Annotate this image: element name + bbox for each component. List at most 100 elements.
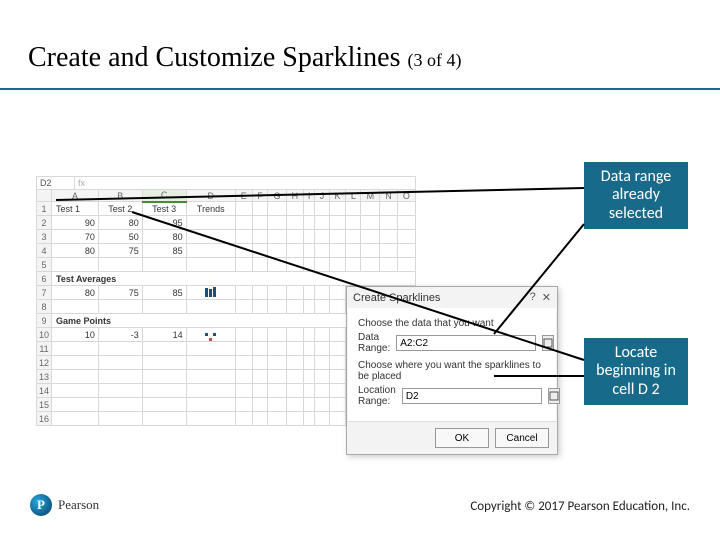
cell[interactable] — [304, 258, 315, 272]
cell[interactable] — [98, 370, 142, 384]
cell[interactable] — [235, 286, 252, 300]
help-icon[interactable]: ? — [530, 291, 536, 304]
column-header[interactable]: L — [346, 190, 361, 202]
cell[interactable] — [286, 286, 303, 300]
cell[interactable] — [286, 342, 303, 356]
cell[interactable] — [329, 300, 346, 314]
cell[interactable] — [252, 342, 268, 356]
row-header[interactable]: 1 — [37, 202, 52, 216]
formula-bar[interactable]: fx — [75, 177, 88, 189]
cell[interactable] — [304, 230, 315, 244]
row-header[interactable]: 7 — [37, 286, 52, 300]
cell[interactable] — [315, 244, 329, 258]
cell[interactable] — [315, 342, 329, 356]
cell[interactable] — [252, 412, 268, 426]
row-header[interactable]: 2 — [37, 216, 52, 230]
cancel-button[interactable]: Cancel — [495, 428, 549, 448]
row-header[interactable]: 5 — [37, 258, 52, 272]
cell[interactable] — [315, 384, 329, 398]
cell[interactable] — [286, 258, 303, 272]
cell[interactable]: 14 — [142, 328, 186, 342]
location-range-input[interactable] — [402, 388, 542, 404]
cell[interactable] — [186, 216, 235, 230]
column-header[interactable]: F — [252, 190, 268, 202]
cell[interactable] — [397, 202, 415, 216]
cell[interactable] — [52, 300, 99, 314]
cell[interactable]: 85 — [142, 244, 186, 258]
cell[interactable] — [397, 244, 415, 258]
ok-button[interactable]: OK — [435, 428, 489, 448]
cell[interactable] — [235, 202, 252, 216]
cell[interactable] — [235, 370, 252, 384]
row-header[interactable]: 12 — [37, 356, 52, 370]
cell[interactable]: -3 — [98, 328, 142, 342]
row-header[interactable]: 3 — [37, 230, 52, 244]
cell[interactable] — [268, 230, 286, 244]
cell[interactable] — [268, 258, 286, 272]
cell[interactable] — [304, 342, 315, 356]
cell[interactable] — [329, 370, 346, 384]
cell[interactable]: Test 2 — [98, 202, 142, 216]
cell[interactable]: 85 — [142, 286, 186, 300]
cell[interactable] — [268, 370, 286, 384]
cell[interactable] — [286, 202, 303, 216]
column-header[interactable]: J — [315, 190, 329, 202]
cell[interactable] — [286, 398, 303, 412]
cell[interactable] — [315, 216, 329, 230]
cell[interactable] — [315, 230, 329, 244]
cell[interactable] — [304, 286, 315, 300]
cell[interactable]: 80 — [98, 216, 142, 230]
cell[interactable] — [286, 384, 303, 398]
cell[interactable]: 80 — [52, 244, 99, 258]
cell[interactable] — [52, 342, 99, 356]
column-header[interactable]: B — [98, 190, 142, 202]
cell[interactable] — [315, 300, 329, 314]
cell[interactable] — [186, 258, 235, 272]
cell[interactable] — [315, 202, 329, 216]
cell[interactable] — [268, 300, 286, 314]
cell[interactable] — [304, 300, 315, 314]
cell[interactable] — [52, 356, 99, 370]
cell[interactable] — [286, 328, 303, 342]
cell[interactable] — [252, 216, 268, 230]
cell[interactable] — [142, 258, 186, 272]
cell[interactable] — [329, 342, 346, 356]
cell[interactable] — [142, 412, 186, 426]
cell[interactable] — [329, 216, 346, 230]
cell[interactable] — [286, 216, 303, 230]
row-header[interactable]: 11 — [37, 342, 52, 356]
cell[interactable] — [315, 412, 329, 426]
cell[interactable] — [235, 258, 252, 272]
cell[interactable] — [346, 258, 361, 272]
cell[interactable] — [98, 398, 142, 412]
cell[interactable] — [315, 258, 329, 272]
cell[interactable] — [252, 286, 268, 300]
cell[interactable] — [268, 286, 286, 300]
cell[interactable] — [52, 412, 99, 426]
cell[interactable] — [186, 398, 235, 412]
row-header[interactable]: 6 — [37, 272, 52, 286]
cell[interactable] — [304, 398, 315, 412]
column-header[interactable]: O — [397, 190, 415, 202]
cell[interactable]: 80 — [52, 286, 99, 300]
cell[interactable] — [52, 398, 99, 412]
column-header[interactable]: C — [142, 190, 186, 202]
cell[interactable] — [397, 258, 415, 272]
cell[interactable] — [315, 398, 329, 412]
cell[interactable] — [329, 328, 346, 342]
cell[interactable] — [329, 258, 346, 272]
range-picker-icon[interactable] — [542, 335, 554, 351]
cell[interactable] — [361, 216, 380, 230]
cell[interactable]: 90 — [52, 216, 99, 230]
cell[interactable] — [52, 258, 99, 272]
cell[interactable] — [361, 230, 380, 244]
cell[interactable] — [380, 216, 397, 230]
cell[interactable] — [186, 370, 235, 384]
cell[interactable] — [252, 244, 268, 258]
name-box[interactable]: D2 — [37, 177, 75, 189]
cell[interactable] — [329, 398, 346, 412]
cell[interactable] — [235, 230, 252, 244]
cell[interactable]: 80 — [142, 230, 186, 244]
cell[interactable] — [186, 286, 235, 300]
cell[interactable] — [268, 398, 286, 412]
